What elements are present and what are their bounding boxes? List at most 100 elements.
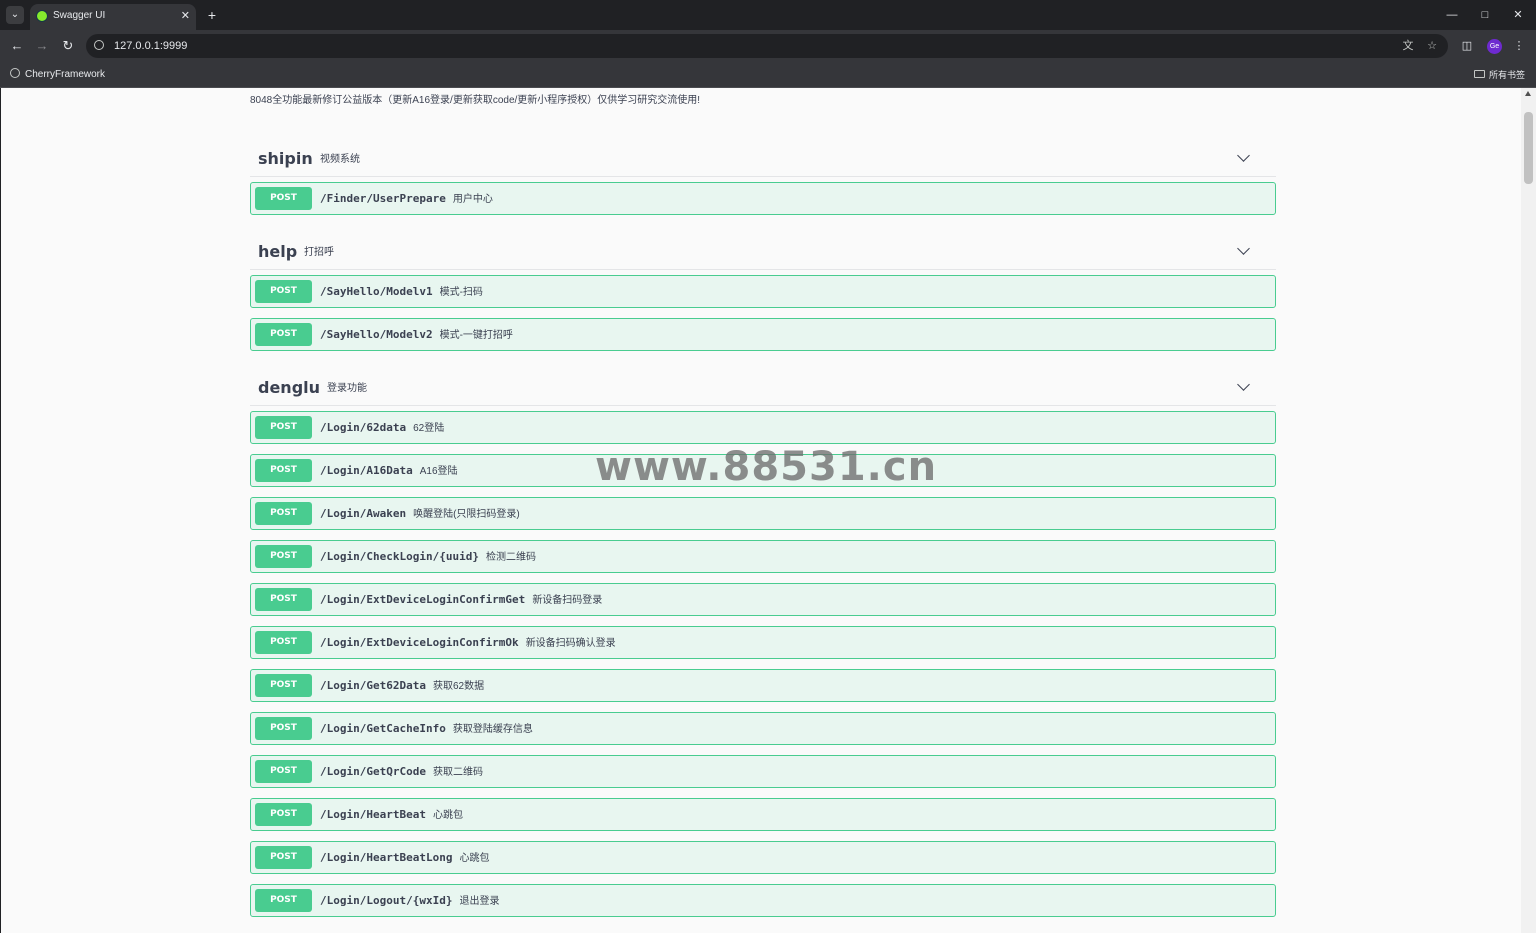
close-tab-icon[interactable]: ✕	[181, 9, 190, 23]
operation-path-wrapper: /Login/A16Data A16登陆	[320, 463, 458, 479]
operation-path: /Login/A16Data	[320, 464, 413, 477]
chevron-down-icon[interactable]	[1237, 378, 1250, 391]
method-badge-post: POST	[255, 674, 312, 697]
scroll-thumb[interactable]	[1524, 112, 1533, 184]
operation-path-wrapper: /Login/HeartBeat 心跳包	[320, 807, 463, 823]
operation-row[interactable]: POST/Login/GetQrCode 获取二维码	[250, 755, 1276, 788]
operation-row[interactable]: POST/Login/CheckLogin/{uuid} 检测二维码	[250, 540, 1276, 573]
method-badge-post: POST	[255, 459, 312, 482]
profile-avatar[interactable]: Ge	[1487, 39, 1502, 54]
chevron-down-icon[interactable]	[1237, 242, 1250, 255]
operation-path: /Login/Logout/{wxId}	[320, 894, 453, 907]
operation-row[interactable]: POST/Login/ExtDeviceLoginConfirmOk 新设备扫码确…	[250, 626, 1276, 659]
operation-path-wrapper: /Finder/UserPrepare 用户中心	[320, 191, 493, 207]
operation-path: /Login/GetQrCode	[320, 765, 426, 778]
operation-path-wrapper: /SayHello/Modelv1 模式-扫码	[320, 284, 483, 300]
method-badge-post: POST	[255, 280, 312, 303]
method-badge-post: POST	[255, 846, 312, 869]
back-icon[interactable]: ←	[8, 37, 26, 55]
side-panel-icon[interactable]: ◫	[1459, 38, 1475, 54]
operation-summary: 唤醒登陆(只限扫码登录)	[413, 509, 520, 520]
operation-summary: 新设备扫码登录	[532, 595, 603, 606]
method-badge-post: POST	[255, 588, 312, 611]
operation-path: /Login/CheckLogin/{uuid}	[320, 550, 479, 563]
operation-summary: 心跳包	[459, 853, 490, 864]
method-badge-post: POST	[255, 502, 312, 525]
watermark: www.88531.cn	[595, 444, 938, 490]
operation-summary: 新设备扫码确认登录	[525, 638, 616, 649]
operation-path-wrapper: /Login/Awaken 唤醒登陆(只限扫码登录)	[320, 506, 520, 522]
operation-path-wrapper: /Login/Logout/{wxId} 退出登录	[320, 893, 499, 909]
method-badge-post: POST	[255, 416, 312, 439]
all-bookmarks[interactable]: 所有书签	[1474, 68, 1525, 82]
new-tab-icon[interactable]: +	[205, 6, 219, 24]
chevron-down-icon[interactable]	[1237, 149, 1250, 162]
operation-summary: 退出登录	[459, 896, 500, 907]
method-badge-post: POST	[255, 323, 312, 346]
address-bar[interactable]: 127.0.0.1:9999 文 ☆	[86, 34, 1448, 58]
operation-row[interactable]: POST/Login/HeartBeat 心跳包	[250, 798, 1276, 831]
bookmark-item[interactable]: CherryFramework	[10, 68, 105, 82]
operation-path-wrapper: /Login/Get62Data 获取62数据	[320, 678, 484, 694]
minimize-icon[interactable]: —	[1442, 6, 1462, 24]
tag-name: shipin	[258, 149, 313, 168]
operation-summary: 模式-扫码	[439, 287, 483, 298]
tab-search-icon[interactable]: ⌄	[6, 6, 24, 24]
operation-summary: 获取62数据	[432, 681, 485, 692]
close-window-icon[interactable]: ✕	[1508, 6, 1528, 24]
operation-row[interactable]: POST/Login/Awaken 唤醒登陆(只限扫码登录)	[250, 497, 1276, 530]
maximize-icon[interactable]: □	[1475, 6, 1495, 24]
menu-icon[interactable]: ⋮	[1511, 38, 1527, 54]
forward-icon[interactable]: →	[33, 37, 51, 55]
operation-row[interactable]: POST/Login/ExtDeviceLoginConfirmGet 新设备扫码…	[250, 583, 1276, 616]
operation-path: /Login/ExtDeviceLoginConfirmOk	[320, 636, 519, 649]
translate-icon[interactable]: 文	[1400, 38, 1416, 54]
browser-tab[interactable]: Swagger UI ✕	[30, 4, 196, 30]
swagger-favicon-icon	[36, 10, 48, 22]
operation-row[interactable]: POST/Login/Logout/{wxId} 退出登录	[250, 884, 1276, 917]
method-badge-post: POST	[255, 760, 312, 783]
method-badge-post: POST	[255, 187, 312, 210]
operation-row[interactable]: POST/Login/GetCacheInfo 获取登陆缓存信息	[250, 712, 1276, 745]
operation-summary: 62登陆	[413, 423, 445, 434]
operation-path: /Login/Get62Data	[320, 679, 426, 692]
operation-path: /SayHello/Modelv1	[320, 285, 433, 298]
bookmark-label: CherryFramework	[25, 69, 106, 80]
method-badge-post: POST	[255, 803, 312, 826]
operation-path-wrapper: /Login/GetCacheInfo 获取登陆缓存信息	[320, 721, 533, 737]
tab-title: Swagger UI	[53, 10, 106, 21]
operation-path: /Finder/UserPrepare	[320, 192, 446, 205]
tag-header-shipin[interactable]: shipin 视频系统	[250, 143, 1276, 177]
operation-path-wrapper: /Login/GetQrCode 获取二维码	[320, 764, 483, 780]
scroll-up-icon[interactable]	[1525, 91, 1531, 96]
operation-path: /Login/HeartBeat	[320, 808, 426, 821]
operation-summary: 检测二维码	[485, 552, 536, 563]
operation-row[interactable]: POST/Login/Get62Data 获取62数据	[250, 669, 1276, 702]
operation-path: /Login/GetCacheInfo	[320, 722, 446, 735]
operation-path-wrapper: /Login/CheckLogin/{uuid} 检测二维码	[320, 549, 536, 565]
tag-header-help[interactable]: help 打招呼	[250, 236, 1276, 270]
scrollbar[interactable]	[1521, 88, 1536, 933]
operation-summary: 获取登陆缓存信息	[452, 724, 533, 735]
method-badge-post: POST	[255, 889, 312, 912]
operation-row[interactable]: POST/SayHello/Modelv1 模式-扫码	[250, 275, 1276, 308]
site-info-icon[interactable]	[94, 40, 104, 50]
operation-path-wrapper: /Login/HeartBeatLong 心跳包	[320, 850, 489, 866]
bookmark-star-icon[interactable]: ☆	[1424, 38, 1440, 54]
operation-row[interactable]: POST/Login/62data 62登陆	[250, 411, 1276, 444]
operation-path-wrapper: /Login/62data 62登陆	[320, 420, 444, 436]
reload-icon[interactable]: ↻	[59, 37, 77, 55]
folder-icon	[1474, 70, 1485, 78]
operation-path-wrapper: /Login/ExtDeviceLoginConfirmOk 新设备扫码确认登录	[320, 635, 616, 651]
tag-description: 打招呼	[304, 247, 334, 258]
operation-summary: 获取二维码	[432, 767, 483, 778]
operation-row[interactable]: POST/Login/HeartBeatLong 心跳包	[250, 841, 1276, 874]
operation-path-wrapper: /Login/ExtDeviceLoginConfirmGet 新设备扫码登录	[320, 592, 602, 608]
tag-description: 视频系统	[320, 154, 360, 165]
page-viewport: 8048全功能最新修订公益版本（更新A16登录/更新获取code/更新小程序授权…	[1, 88, 1521, 933]
url-text: 127.0.0.1:9999	[114, 40, 188, 52]
all-bookmarks-label: 所有书签	[1489, 70, 1526, 80]
tag-header-denglu[interactable]: denglu 登录功能	[250, 372, 1276, 406]
operation-row[interactable]: POST/Finder/UserPrepare 用户中心	[250, 182, 1276, 215]
operation-row[interactable]: POST/SayHello/Modelv2 模式-一键打招呼	[250, 318, 1276, 351]
